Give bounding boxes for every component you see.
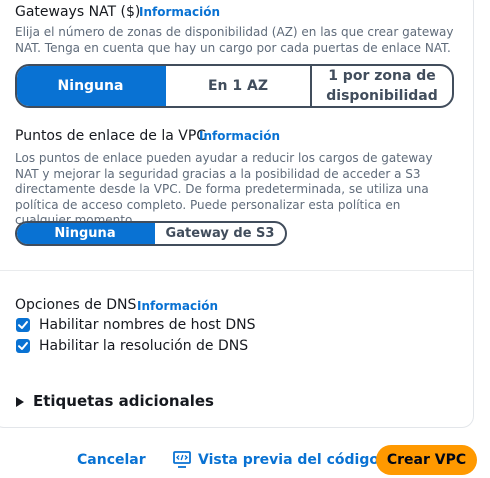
- code-preview-icon: [173, 451, 191, 468]
- checkmark-icon: [18, 342, 28, 350]
- nat-gateways-segmented-control: Ninguna En 1 AZ 1 por zona de disponibil…: [15, 64, 454, 108]
- endpoint-option-s3-gateway[interactable]: Gateway de S3: [153, 223, 285, 244]
- dns-hostnames-label[interactable]: Habilitar nombres de host DNS: [39, 317, 255, 333]
- dns-hostnames-checkbox[interactable]: [16, 318, 30, 332]
- additional-tags-expander[interactable]: Etiquetas adicionales: [14, 392, 214, 411]
- nat-option-one-az[interactable]: En 1 AZ: [164, 66, 310, 106]
- caret-right-icon: [16, 397, 24, 407]
- endpoint-option-none[interactable]: Ninguna: [17, 223, 153, 244]
- dns-options-info-link[interactable]: Información: [137, 299, 218, 313]
- preview-code-button[interactable]: Vista previa del código: [173, 450, 379, 470]
- nat-gateways-info-link[interactable]: Información: [139, 5, 220, 19]
- preview-code-label: Vista previa del código: [198, 452, 379, 468]
- nat-gateways-description: Elija el número de zonas de disponibilid…: [15, 25, 454, 55]
- vpc-endpoints-description: Los puntos de enlace pueden ayudar a red…: [15, 151, 433, 227]
- dns-options-label: Opciones de DNS: [15, 297, 137, 313]
- dns-resolution-label[interactable]: Habilitar la resolución de DNS: [39, 338, 248, 354]
- create-vpc-button[interactable]: Crear VPC: [376, 445, 477, 475]
- nat-gateways-label: Gateways NAT ($): [15, 4, 141, 20]
- cancel-button[interactable]: Cancelar: [77, 452, 146, 468]
- vpc-endpoints-label: Puntos de enlace de la VPC: [15, 128, 207, 144]
- additional-tags-label: Etiquetas adicionales: [33, 392, 214, 410]
- checkmark-icon: [18, 321, 28, 329]
- nat-option-per-az[interactable]: 1 por zona de disponibilidad: [310, 66, 452, 106]
- vpc-endpoints-segmented-control: Ninguna Gateway de S3: [15, 221, 287, 246]
- dns-resolution-checkbox[interactable]: [16, 339, 30, 353]
- section-divider: [0, 270, 474, 271]
- nat-option-none[interactable]: Ninguna: [17, 66, 164, 106]
- vpc-endpoints-info-link[interactable]: Información: [199, 129, 280, 143]
